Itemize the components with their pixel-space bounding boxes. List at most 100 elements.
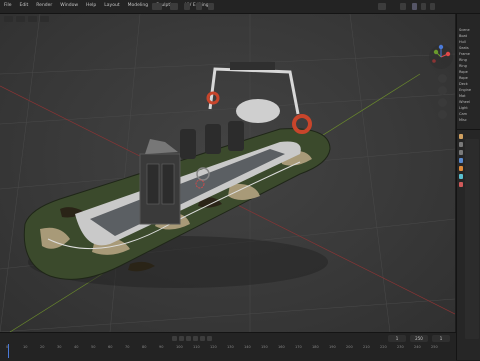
ruler-label: 170 [295,345,302,349]
output-tab-icon[interactable] [459,150,463,155]
ruler-label: 220 [380,345,387,349]
ruler-label: 90 [159,345,164,349]
ruler-label: 250 [431,345,438,349]
ruler-label: 200 [346,345,353,349]
outliner-item[interactable]: Seats [459,46,479,51]
next-keyframe-icon[interactable] [200,336,205,341]
boat-model[interactable] [23,62,331,288]
material-tab-icon[interactable] [459,182,463,187]
object-tab-icon[interactable] [459,166,463,171]
shading-material-icon[interactable] [421,3,426,10]
console-door [161,163,175,205]
outliner-item[interactable]: Wheel [459,100,479,105]
ruler-label: 10 [23,345,28,349]
outliner-item[interactable]: Rope [459,70,479,75]
pivot-icon[interactable] [184,3,190,10]
ruler-label: 130 [227,345,234,349]
zoom-icon[interactable] [438,74,447,83]
menu-window[interactable]: Window [59,2,79,10]
outliner-item[interactable]: Mat [459,94,479,99]
outliner-item[interactable]: Cam [459,112,479,117]
ruler-label: 150 [261,345,268,349]
transform-orientation[interactable] [170,3,178,10]
shading-solid-icon[interactable] [412,3,417,10]
menu-render[interactable]: Render [35,2,53,10]
outliner-item[interactable]: Boat [459,34,479,39]
tool-tab-icon[interactable] [459,134,463,139]
menu-file[interactable]: File [3,2,13,10]
outliner-item[interactable]: Hull [459,40,479,45]
scene-tab-icon[interactable] [459,158,463,163]
timeline-ruler: 0 10 20 30 40 50 60 70 80 90 100 110 120… [0,345,456,351]
light-bar [230,62,275,70]
start-frame-field[interactable]: 1 [388,335,406,342]
console-door [146,163,160,205]
properties-tabs [459,134,463,354]
pan-hand-icon[interactable] [438,86,447,95]
windshield [145,139,178,154]
xray-icon[interactable] [400,3,406,10]
end-frame-field[interactable]: 250 [410,335,428,342]
ruler-label: 60 [108,345,113,349]
main-menu: File Edit Render Window Help Layout Mode… [3,2,210,10]
ruler-label: 140 [244,345,251,349]
mode-selector[interactable] [152,3,162,10]
ruler-label: 160 [278,345,285,349]
ruler-label: 230 [397,345,404,349]
overlay-icon[interactable] [378,3,386,10]
ruler-label: 110 [193,345,200,349]
outliner-item[interactable]: Frame [459,52,479,57]
ruler-label: 120 [210,345,217,349]
outliner-item[interactable]: Ring [459,64,479,69]
outliner-item[interactable]: Scene [459,28,479,33]
menu-help[interactable]: Help [85,2,97,10]
ruler-label: 190 [329,345,336,349]
ruler-label: 50 [91,345,96,349]
properties-editor[interactable] [465,139,479,339]
engine-cover [236,99,280,123]
outliner-item[interactable]: Rope [459,76,479,81]
outliner-item[interactable]: Ring [459,58,479,63]
play-icon[interactable] [193,336,198,341]
menu-edit[interactable]: Edit [19,2,30,10]
jump-end-icon[interactable] [207,336,212,341]
outliner-item[interactable]: Misc [459,118,479,123]
seat [180,129,196,159]
life-ring [206,91,220,105]
ruler-label: 240 [414,345,421,349]
ruler-label: 40 [74,345,79,349]
panel-divider [457,129,480,130]
top-bar: File Edit Render Window Help Layout Mode… [0,0,480,14]
outliner-item[interactable]: Engine [459,88,479,93]
modifier-tab-icon[interactable] [459,174,463,179]
viewport-scene[interactable] [0,14,455,332]
grid-icon[interactable] [438,110,447,119]
render-tab-icon[interactable] [459,142,463,147]
ruler-label: 20 [40,345,45,349]
ruler-label: 210 [363,345,370,349]
ruler-label: 30 [57,345,62,349]
seat [228,121,244,151]
outliner-item[interactable]: Deck [459,82,479,87]
workspace-tab-modeling[interactable]: Modeling [127,2,149,10]
seat [205,124,221,154]
prev-keyframe-icon[interactable] [179,336,184,341]
ruler-label: 80 [142,345,147,349]
playhead[interactable] [8,344,9,358]
workspace-tab-layout[interactable]: Layout [103,2,120,10]
3d-viewport[interactable] [0,14,455,332]
snap-icon[interactable] [196,3,202,10]
proportional-edit-icon[interactable] [208,3,214,10]
jump-start-icon[interactable] [172,336,177,341]
ruler-label: 70 [125,345,130,349]
camera-icon[interactable] [438,98,447,107]
shading-rendered-icon[interactable] [430,3,435,10]
outliner-item[interactable]: Light [459,106,479,111]
ruler-label: 180 [312,345,319,349]
current-frame-field[interactable]: 1 [432,335,450,342]
play-reverse-icon[interactable] [186,336,191,341]
right-panel: Scene Boat Hull Seats Frame Ring Ring Ro… [456,14,480,360]
ruler-label: 100 [176,345,183,349]
timeline[interactable]: 1 250 1 0 10 20 30 40 50 60 70 80 90 100… [0,332,456,361]
navigation-gizmo[interactable] [428,44,454,70]
